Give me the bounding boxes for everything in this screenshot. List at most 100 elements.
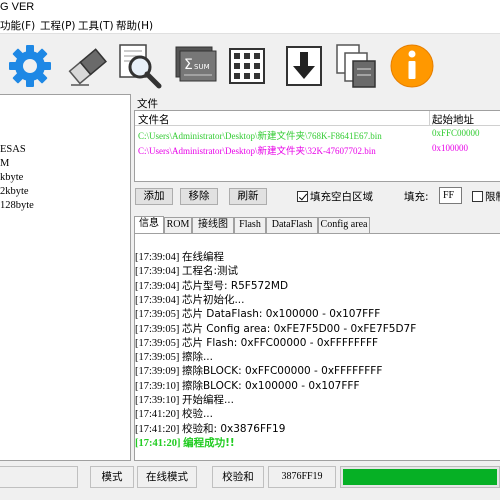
menu-help[interactable]: 帮助(H) <box>116 18 153 33</box>
chip-button[interactable] <box>224 39 272 91</box>
file-row[interactable]: C:\Users\Administrator\Desktop\新建文件夹\768… <box>135 127 500 142</box>
log-line: [17:39:04] 芯片型号: R5F572MD <box>135 278 288 293</box>
log-line: [17:41:20] 编程成功!! <box>135 435 235 450</box>
log-line: [17:39:05] 芯片 Config area: 0xFE7F5D00 - … <box>135 321 416 336</box>
file-path: C:\Users\Administrator\Desktop\新建文件夹\768… <box>138 131 382 142</box>
checksum-sum-icon: Σ SUM <box>175 46 217 82</box>
log-message: 芯片型号: R5F572MD <box>181 279 289 292</box>
copy-button[interactable] <box>333 39 381 91</box>
log-message: 擦除... <box>181 351 213 364</box>
log-line: [17:39:05] 芯片 Flash: 0xFFC00000 - 0xFFFF… <box>135 335 378 350</box>
log-time: [17:39:10] <box>135 380 180 392</box>
log-message: 编程成功!! <box>183 436 235 449</box>
tree-line: kbyte <box>0 172 24 183</box>
info-tabs: 信息 ROM 接线图 Flash DataFlash Config area <box>134 216 500 234</box>
tab-config-area[interactable]: Config area <box>318 217 370 233</box>
about-button[interactable] <box>388 39 436 91</box>
tab-dataflash[interactable]: DataFlash <box>266 217 318 233</box>
tab-rom[interactable]: ROM <box>164 217 192 233</box>
log-message: 工程名:测试 <box>181 265 238 278</box>
log-line: [17:39:10] 擦除BLOCK: 0x100000 - 0x107FFF <box>135 378 359 393</box>
log-message: 校验... <box>181 408 213 421</box>
log-line: [17:39:05] 芯片 DataFlash: 0x100000 - 0x10… <box>135 306 380 321</box>
file-address: 0xFFC00000 <box>432 128 480 138</box>
log-time: [17:41:20] <box>135 423 180 435</box>
menu-project[interactable]: 工程(P) <box>40 18 76 33</box>
log-time: [17:39:05] <box>135 352 180 364</box>
file-address: 0x100000 <box>432 143 468 153</box>
menu-tools[interactable]: 工具(T) <box>78 18 114 33</box>
log-line: [17:39:04] 工程名:测试 <box>135 263 238 278</box>
chip-icon <box>229 48 265 84</box>
log-line: [17:41:20] 校验... <box>135 406 213 421</box>
mode-value: 在线模式 <box>137 466 197 488</box>
log-message: 开始编程... <box>181 394 234 406</box>
log-line: [17:39:04] 芯片初始化... <box>135 292 244 307</box>
fill-blank-label: 填充空白区域 <box>310 191 373 203</box>
status-bar: 模式 在线模式 校验和 3876FF19 <box>0 462 500 500</box>
fill-label: 填充: <box>404 191 429 203</box>
log-time: [17:39:05] <box>135 323 180 335</box>
copy-pages-icon <box>336 44 376 88</box>
gear-icon <box>9 45 51 87</box>
checksum-label: 校验和 <box>212 466 264 488</box>
progress-fill <box>343 469 497 485</box>
checksum-button[interactable]: Σ SUM <box>172 39 220 91</box>
magnifier-icon <box>119 44 162 89</box>
file-path: C:\Users\Administrator\Desktop\新建文件夹\32K… <box>138 146 376 157</box>
log-time: [17:39:04] <box>135 252 180 263</box>
limit-checkbox[interactable] <box>472 191 483 202</box>
tree-line: 128byte <box>0 200 34 211</box>
log-message: 芯片 Config area: 0xFE7F5D00 - 0xFE7F5D7F <box>181 322 417 335</box>
log-line: [17:39:04] 在线编程 <box>135 249 224 264</box>
progress-bar <box>340 466 500 488</box>
log-time: [17:39:04] <box>135 266 180 278</box>
settings-button[interactable] <box>6 39 54 91</box>
log-time: [17:39:09] <box>135 366 180 378</box>
file-list-header: 文件名 起始地址 <box>135 111 500 126</box>
read-button[interactable] <box>116 39 164 91</box>
log-time: [17:41:20] <box>135 437 181 449</box>
tab-info[interactable]: 信息 <box>134 216 164 234</box>
log-message: 在线编程 <box>181 251 224 263</box>
log-message: 芯片 Flash: 0xFFC00000 - 0xFFFFFFFF <box>181 336 379 349</box>
window-title: G VER <box>0 1 35 13</box>
add-button[interactable]: 添加 <box>135 188 173 205</box>
info-icon <box>390 44 434 88</box>
log-time: [17:39:04] <box>135 294 180 306</box>
device-tree-panel[interactable]: ESAS M kbyte 2kbyte 128byte <box>0 94 131 461</box>
menu-bar: 功能(F) 工程(P) 工具(T) 帮助(H) <box>0 16 500 34</box>
log-message: 校验和: 0x3876FF19 <box>181 422 286 435</box>
tree-line: ESAS <box>0 144 26 155</box>
fill-blank-checkbox[interactable] <box>297 191 308 202</box>
tab-flash[interactable]: Flash <box>234 217 266 233</box>
erase-button[interactable] <box>63 39 111 91</box>
log-message: 芯片 DataFlash: 0x100000 - 0x107FFF <box>181 308 381 321</box>
log-time: [17:39:10] <box>135 395 180 406</box>
download-button[interactable] <box>281 39 329 91</box>
fill-value-input[interactable]: FF <box>439 187 462 204</box>
download-icon <box>286 46 322 86</box>
refresh-button[interactable]: 刷新 <box>229 188 267 205</box>
log-line: [17:39:10] 开始编程... <box>135 392 234 407</box>
eraser-icon <box>68 48 107 86</box>
column-start-address[interactable]: 起始地址 <box>432 112 474 127</box>
limit-label: 限制 <box>485 191 500 203</box>
log-time: [17:39:05] <box>135 337 180 349</box>
remove-button[interactable]: 移除 <box>180 188 218 205</box>
log-panel[interactable]: [17:39:04] 在线编程 [17:39:04] 工程名:测试 [17:39:0… <box>134 233 500 461</box>
svg-text:Σ: Σ <box>184 57 193 73</box>
file-list[interactable]: 文件名 起始地址 C:\Users\Administrator\Desktop\… <box>134 110 500 182</box>
tree-line: M <box>0 158 10 169</box>
log-line: [17:39:09] 擦除BLOCK: 0xFFC00000 - 0xFFFFF… <box>135 363 382 378</box>
column-file-name[interactable]: 文件名 <box>138 112 170 127</box>
file-row[interactable]: C:\Users\Administrator\Desktop\新建文件夹\32K… <box>135 142 500 157</box>
checksum-value: 3876FF19 <box>268 466 336 488</box>
menu-function[interactable]: 功能(F) <box>0 18 35 33</box>
tab-wiring[interactable]: 接线图 <box>192 217 234 233</box>
log-line: [17:41:20] 校验和: 0x3876FF19 <box>135 421 285 436</box>
tree-line: 2kbyte <box>0 186 29 197</box>
mode-label: 模式 <box>90 466 134 488</box>
log-line: [17:39:05] 擦除... <box>135 349 213 364</box>
log-message: 芯片初始化... <box>181 293 245 306</box>
